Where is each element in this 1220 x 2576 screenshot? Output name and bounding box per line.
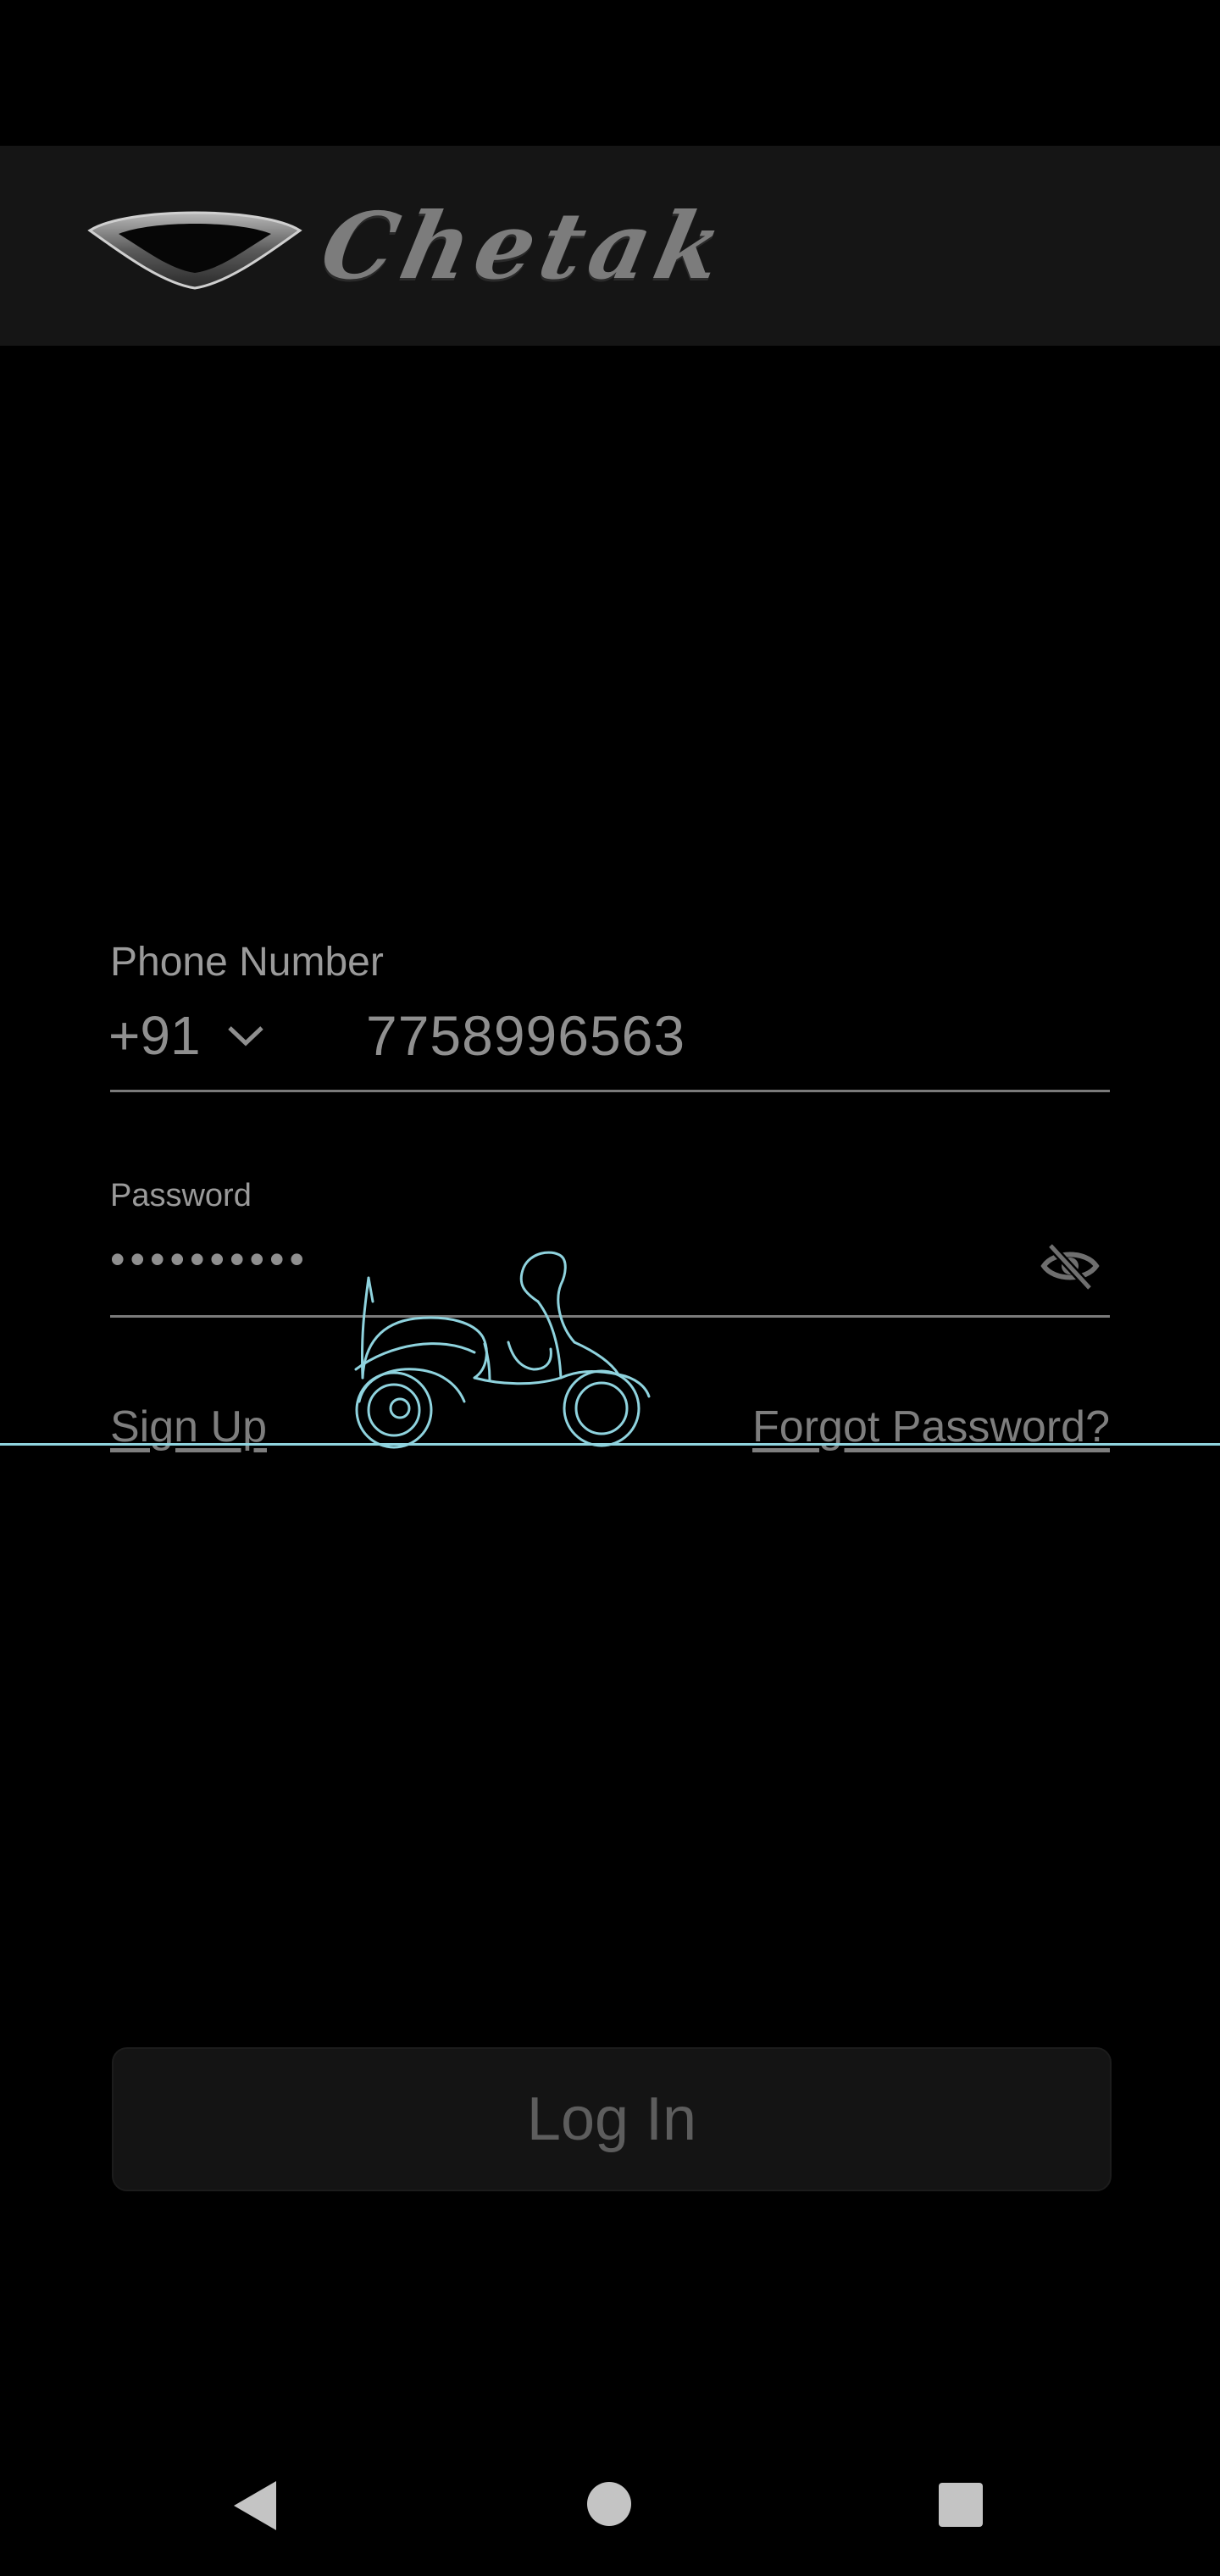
chetak-emblem-icon [87,211,302,290]
eye-off-icon[interactable] [1039,1239,1101,1293]
password-label: Password [110,1178,252,1213]
country-code-value: +91 [108,1005,201,1066]
chevron-down-icon [227,1026,263,1046]
logo-wordmark: Chetak [312,193,739,300]
scooter-icon [339,1242,661,1454]
back-icon[interactable] [230,2478,278,2534]
recents-icon[interactable] [937,2481,984,2529]
home-icon[interactable] [586,2481,632,2527]
navigation-bar [0,2440,1220,2576]
phone-number-input[interactable] [366,1002,1095,1069]
country-code-selector[interactable]: +91 [108,1002,265,1069]
phone-input-underline [110,1090,1110,1092]
login-button[interactable]: Log In [112,2047,1112,2191]
phone-number-label: Phone Number [110,940,384,985]
chetak-logo: Chetak [85,193,864,300]
